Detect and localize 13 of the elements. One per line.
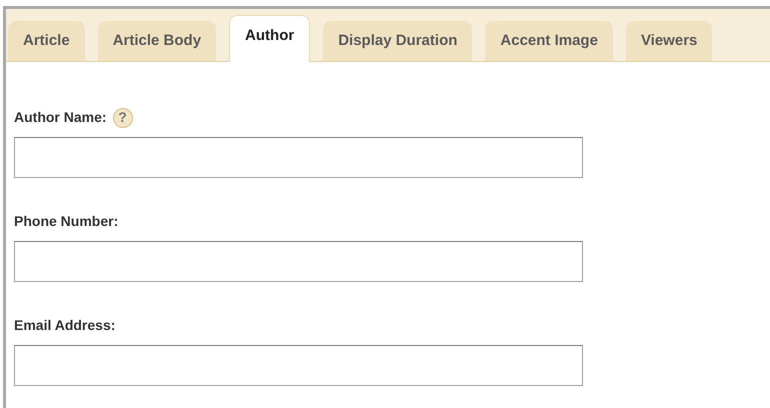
input-field[interactable]: [14, 345, 583, 386]
field-label: Email Address:: [14, 317, 116, 333]
tab[interactable]: Viewers: [626, 21, 712, 61]
input-field[interactable]: [14, 241, 583, 282]
tab[interactable]: Article Body: [98, 21, 216, 61]
field-label: Phone Number:: [14, 213, 118, 229]
field-label: Author Name:: [14, 109, 107, 125]
input-field[interactable]: [14, 137, 583, 178]
tab[interactable]: Article: [8, 21, 85, 61]
tab[interactable]: Author: [229, 15, 310, 62]
tab[interactable]: Display Duration: [323, 21, 472, 61]
tab[interactable]: Accent Image: [485, 21, 613, 61]
help-icon[interactable]: ?: [112, 108, 133, 128]
